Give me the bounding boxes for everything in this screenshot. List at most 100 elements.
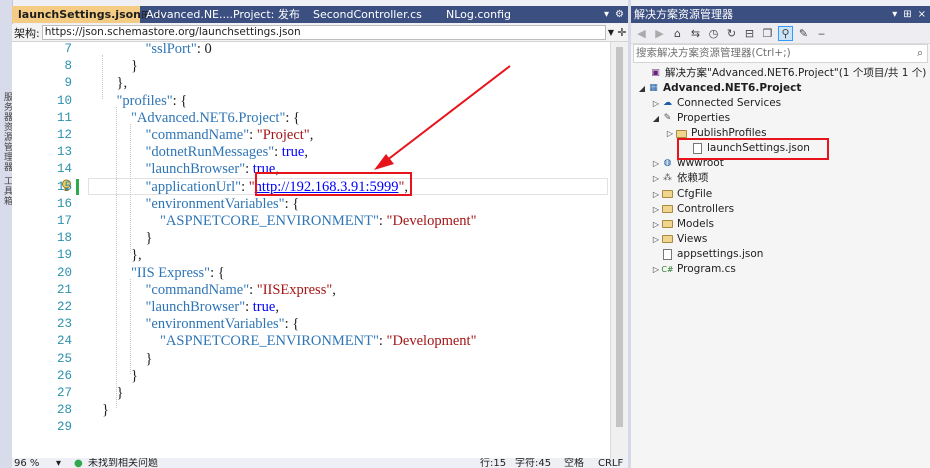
- sync-icon[interactable]: ↻: [724, 26, 739, 41]
- collapsed-arrow-icon[interactable]: ▷: [651, 202, 661, 217]
- globe-icon: ◍: [663, 158, 672, 169]
- expanded-arrow-icon[interactable]: ◢: [637, 81, 647, 96]
- code-line[interactable]: }: [117, 385, 124, 402]
- window-dropdown-icon[interactable]: ▾: [892, 6, 897, 23]
- tree-item[interactable]: ▷ ⁂ 依赖项: [651, 171, 709, 186]
- collapsed-arrow-icon[interactable]: ▷: [651, 187, 661, 202]
- collapsed-arrow-icon[interactable]: ▷: [651, 171, 661, 186]
- line-ending[interactable]: CRLF: [598, 458, 623, 468]
- tab-secondcontroller[interactable]: SecondController.cs: [307, 6, 440, 23]
- code-line[interactable]: "sslPort": 0: [146, 42, 212, 58]
- schema-url-field[interactable]: https://json.schemastore.org/launchsetti…: [41, 25, 606, 40]
- tab-label: SecondController.cs: [313, 8, 422, 21]
- chevron-down-icon[interactable]: ▼: [606, 28, 616, 37]
- solution-search-input[interactable]: 搜索解决方案资源管理器(Ctrl+;) ⌕: [633, 44, 928, 63]
- collapsed-arrow-icon[interactable]: ▷: [651, 217, 661, 232]
- wrench-icon: ✎: [663, 113, 672, 124]
- tree-item[interactable]: ▷ CfgFile: [651, 187, 712, 202]
- tree-item[interactable]: ◢ ✎ Properties: [651, 111, 730, 126]
- tree-item-label: Views: [677, 232, 708, 245]
- code-editor[interactable]: 7 8 9 10 11 12 13 14 15 16 17 18 19 20 21 22 23 24 25 26 27 2…: [12, 42, 610, 458]
- switch-views-icon[interactable]: ⇆: [688, 26, 703, 41]
- tree-item[interactable]: ▷ ☁ Connected Services: [651, 96, 781, 111]
- collapsed-arrow-icon[interactable]: ▷: [651, 232, 661, 247]
- issues-status[interactable]: 未找到相关问题: [88, 458, 158, 468]
- tab-publish[interactable]: Advanced.NE....Project: 发布: [140, 6, 307, 23]
- code-line[interactable]: }: [131, 368, 138, 385]
- code-line[interactable]: "IIS Express": {: [131, 265, 225, 282]
- expanded-arrow-icon[interactable]: ◢: [651, 111, 661, 126]
- code-line[interactable]: "commandName": "IISExpress",: [146, 282, 336, 299]
- collapse-all-icon[interactable]: ⊟: [742, 26, 757, 41]
- code-line[interactable]: "profiles": {: [117, 93, 188, 110]
- editor-status-bar: 96 % ▾ ● 未找到相关问题 行:15 字符:45 空格 CRLF: [12, 458, 628, 468]
- document-tab-bar: launchSettings.json ⊞ × Advanced.NE....P…: [12, 6, 628, 23]
- check-icon: ●: [74, 458, 83, 468]
- code-line[interactable]: "environmentVariables": {: [146, 316, 300, 333]
- collapsed-arrow-icon[interactable]: ▷: [665, 126, 675, 141]
- tree-item-label: Controllers: [677, 202, 735, 215]
- dependencies-icon: ⁂: [663, 173, 672, 184]
- code-line[interactable]: }: [146, 230, 153, 247]
- tab-label: NLog.config: [446, 8, 512, 21]
- json-file-icon: [661, 248, 674, 260]
- tree-item[interactable]: ◢ ▦ Advanced.NET6.Project: [637, 81, 801, 96]
- line-number: 22: [56, 300, 72, 314]
- line-number: 21: [56, 282, 72, 297]
- char-indicator: 字符:45: [515, 458, 552, 468]
- show-all-files-icon[interactable]: ❐: [760, 26, 775, 41]
- scrollbar-thumb[interactable]: [616, 47, 623, 427]
- zoom-dropdown-icon[interactable]: ▾: [56, 458, 61, 468]
- line-number: 18: [56, 231, 72, 246]
- tree-item[interactable]: appsettings.json: [651, 247, 763, 262]
- code-line[interactable]: },: [117, 75, 128, 92]
- collapsed-arrow-icon[interactable]: ▷: [651, 96, 661, 111]
- forward-icon[interactable]: ▶: [652, 26, 667, 41]
- tree-item-label: 依赖项: [677, 172, 709, 185]
- pending-changes-icon[interactable]: ◷: [706, 26, 721, 41]
- indent-guide: [130, 123, 131, 254]
- whitespace-mode[interactable]: 空格: [564, 458, 584, 468]
- zoom-level[interactable]: 96 %: [14, 458, 39, 468]
- tab-nlog-config[interactable]: NLog.config: [440, 6, 534, 23]
- code-line[interactable]: },: [131, 247, 142, 264]
- code-line[interactable]: }: [131, 58, 138, 75]
- tree-item[interactable]: ▣ 解决方案"Advanced.NET6.Project"(1 个项目/共 1 个…: [639, 66, 926, 81]
- tab-list-dropdown-icon[interactable]: ▾: [604, 6, 609, 23]
- tree-item[interactable]: ▷ Controllers: [651, 202, 734, 217]
- home-icon[interactable]: ⌂: [670, 26, 685, 41]
- line-number: 17: [56, 214, 72, 228]
- collapsed-arrow-icon[interactable]: ▷: [651, 156, 661, 171]
- csharp-file-icon: C#: [661, 264, 674, 274]
- folder-icon: [661, 219, 674, 230]
- tree-item[interactable]: ▷ C# Program.cs: [651, 262, 736, 277]
- code-line[interactable]: }: [146, 351, 153, 368]
- code-line[interactable]: "ASPNETCORE_ENVIRONMENT": "Development": [160, 213, 476, 230]
- tree-item[interactable]: ▷ Views: [651, 232, 707, 247]
- pin-icon[interactable]: ⊞: [903, 6, 911, 23]
- code-line[interactable]: "commandName": "Project",: [146, 127, 314, 144]
- vertical-scrollbar[interactable]: [610, 42, 629, 458]
- search-icon[interactable]: ⌕: [917, 45, 927, 62]
- code-line[interactable]: "launchBrowser": true,: [146, 299, 279, 316]
- code-line[interactable]: "ASPNETCORE_ENVIRONMENT": "Development": [160, 333, 476, 350]
- tab-launchsettings[interactable]: launchSettings.json ⊞ ×: [12, 6, 163, 23]
- tab-label: launchSettings.json: [18, 8, 142, 21]
- preview-selected-icon[interactable]: ⚲: [778, 25, 793, 41]
- code-line[interactable]: "Advanced.NET6.Project": {: [131, 110, 300, 127]
- close-icon[interactable]: ×: [918, 6, 926, 23]
- code-lines[interactable]: "sslPort": 0}}, "profiles": {"Advanced.NE…: [90, 42, 610, 458]
- gear-icon[interactable]: ⚙: [615, 6, 624, 23]
- code-line[interactable]: }: [102, 402, 109, 419]
- annotation-arrow: [374, 65, 511, 170]
- split-editor-icon[interactable]: ✛: [616, 26, 628, 39]
- minus-icon[interactable]: ‒: [814, 26, 829, 41]
- properties-icon[interactable]: ✎: [796, 26, 811, 41]
- code-line[interactable]: "dotnetRunMessages": true,: [146, 144, 308, 161]
- back-icon[interactable]: ◀: [634, 26, 649, 41]
- tree-item[interactable]: ▷ Models: [651, 217, 714, 232]
- collapsed-arrow-icon[interactable]: ▷: [651, 262, 661, 277]
- code-line[interactable]: "environmentVariables": {: [146, 196, 300, 213]
- solution-icon: ▣: [651, 68, 660, 78]
- indent-guide: [102, 55, 103, 99]
